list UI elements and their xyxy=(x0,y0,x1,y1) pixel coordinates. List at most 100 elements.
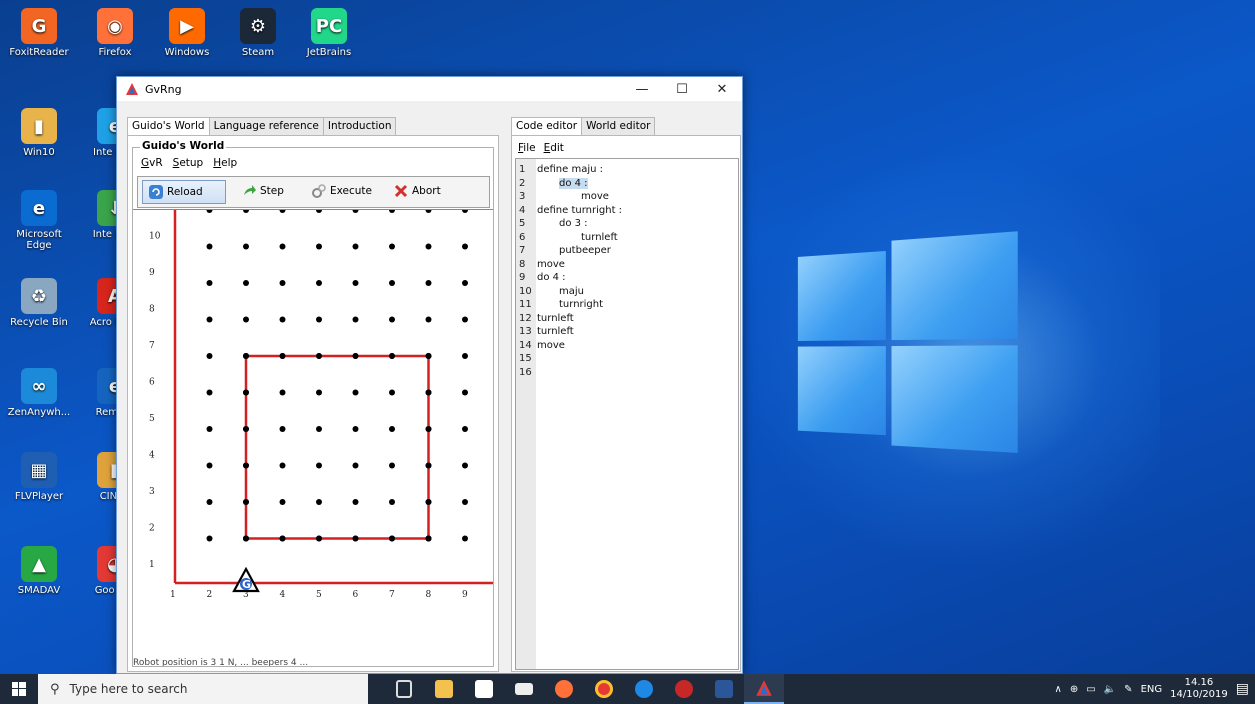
grid-corner-dot xyxy=(352,280,359,286)
language-indicator[interactable]: ENG xyxy=(1141,684,1163,695)
tab-world-editor[interactable]: World editor xyxy=(581,117,656,135)
execute-button[interactable]: Execute xyxy=(306,180,378,202)
step-arrow-icon xyxy=(244,185,256,195)
red-app-taskbar-icon[interactable] xyxy=(664,674,704,704)
task-view-icon[interactable] xyxy=(384,674,424,704)
desktop-app-icon: ▶ xyxy=(169,8,205,44)
tab-code-editor[interactable]: Code editor xyxy=(511,117,583,135)
abort-button[interactable]: Abort xyxy=(388,180,447,202)
title-bar[interactable]: GvRng — ☐ ✕ xyxy=(117,77,742,101)
word-taskbar-icon[interactable] xyxy=(704,674,744,704)
store-icon[interactable] xyxy=(464,674,504,704)
desktop-icon-label: Steam xyxy=(241,47,275,58)
world-canvas[interactable]: 121110987654321123456789G xyxy=(133,209,493,606)
desktop-icon[interactable]: ∞ ZenAnywh... xyxy=(4,368,74,418)
grid-corner-dot xyxy=(389,389,395,396)
code-line: 5 do 3 : xyxy=(516,217,588,231)
code-editor[interactable]: 1 define maju : 2 do 4 : 3 move 4 define turnri… xyxy=(515,158,739,670)
reload-button[interactable]: Reload xyxy=(142,180,226,204)
robot-label: G xyxy=(242,578,251,591)
grid-corner-dot xyxy=(462,243,468,250)
grid-corner-dot xyxy=(389,499,395,505)
file-explorer-icon[interactable] xyxy=(424,674,464,704)
firefox-taskbar-icon[interactable] xyxy=(544,674,584,704)
minimize-button[interactable]: — xyxy=(622,77,662,101)
code-line: 2 do 4 : xyxy=(516,177,588,191)
pen-icon[interactable]: ✎ xyxy=(1124,684,1132,695)
desktop-icon[interactable]: ▶ Windows xyxy=(152,8,222,58)
desktop-icon[interactable]: e Microsoft Edge xyxy=(4,190,74,251)
code-line: 16 xyxy=(516,366,537,380)
code-text: turnleft xyxy=(581,231,618,243)
code-line: 6 turnleft xyxy=(516,231,618,245)
clock-date: 14/10/2019 xyxy=(1170,689,1228,700)
code-line: 1 define maju : xyxy=(516,163,603,177)
movie-clapper-icon[interactable] xyxy=(504,674,544,704)
grid-corner-dot xyxy=(352,316,359,323)
grid-corner-dot xyxy=(206,462,213,469)
gvrng-taskbar-icon[interactable] xyxy=(744,674,784,704)
search-placeholder: Type here to search xyxy=(69,682,188,696)
menu-file[interactable]: File xyxy=(518,142,536,154)
chrome-taskbar-icon[interactable] xyxy=(584,674,624,704)
menu-gvr[interactable]: GvR xyxy=(141,157,163,169)
desktop-icon[interactable]: ⚙ Steam xyxy=(223,8,293,58)
maximize-button[interactable]: ☐ xyxy=(662,77,702,101)
grid-corner-dot xyxy=(352,426,359,432)
grid-corner-dot xyxy=(462,462,468,469)
tab-language-reference[interactable]: Language reference xyxy=(208,117,324,135)
notification-icon[interactable]: ▤ xyxy=(1236,681,1249,697)
desktop-app-icon: ⚙ xyxy=(240,8,276,44)
desktop-icon[interactable]: G FoxitReader xyxy=(4,8,74,58)
world-grid: 121110987654321123456789G xyxy=(149,210,493,600)
grid-corner-dot xyxy=(206,316,213,323)
network-icon[interactable]: ⊕ xyxy=(1070,684,1078,695)
grid-corner-dot xyxy=(243,353,249,359)
desktop-icon[interactable]: PC JetBrains xyxy=(294,8,364,58)
gvrng-task-icon xyxy=(756,680,772,696)
battery-icon[interactable]: ▭ xyxy=(1086,684,1095,695)
step-button[interactable]: Step xyxy=(236,180,290,202)
grid-corner-dot xyxy=(352,499,359,505)
grid-corner-dot xyxy=(279,535,286,542)
gears-icon xyxy=(312,184,326,198)
clock[interactable]: 14.16 14/10/2019 xyxy=(1170,677,1228,701)
close-button[interactable]: ✕ xyxy=(702,77,742,101)
edge-taskbar-icon[interactable] xyxy=(624,674,664,704)
grid-corner-dot xyxy=(316,535,322,542)
line-number: 11 xyxy=(519,299,532,310)
desktop-icon-label: SMADAV xyxy=(17,585,61,596)
taskbar-search[interactable]: ⚲ Type here to search xyxy=(38,674,368,704)
menu-help[interactable]: Help xyxy=(213,157,237,169)
chevron-up-icon[interactable]: ∧ xyxy=(1055,684,1062,695)
line-number: 16 xyxy=(519,366,532,378)
code-line: 14 move xyxy=(516,339,565,353)
desktop-icon[interactable]: ▮ Win10 xyxy=(4,108,74,158)
grid-corner-dot xyxy=(352,462,359,469)
line-number: 4 xyxy=(519,204,526,216)
y-axis-label: 2 xyxy=(149,524,155,534)
start-button[interactable] xyxy=(0,674,38,704)
guidos-world-group: Guido's World GvR Setup Help Reload Step… xyxy=(132,140,494,667)
menu-edit[interactable]: Edit xyxy=(544,142,564,154)
grid-corner-dot xyxy=(425,210,432,213)
code-editor-box: File Edit 1 define maju : 2 do 4 : 3 move 4 def… xyxy=(511,135,741,672)
square-wall xyxy=(244,354,430,540)
y-axis-label: 7 xyxy=(149,341,155,351)
desktop-icon[interactable]: ◉ Firefox xyxy=(80,8,150,58)
line-number: 10 xyxy=(519,285,532,297)
grid-corner-dot xyxy=(352,243,359,250)
x-axis-label: 2 xyxy=(207,590,213,600)
menu-setup[interactable]: Setup xyxy=(173,157,204,169)
volume-icon[interactable]: 🔈 xyxy=(1104,684,1116,695)
tab-guidos-world[interactable]: Guido's World xyxy=(127,117,210,135)
desktop-icon[interactable]: ▦ FLVPlayer xyxy=(4,452,74,502)
x-axis-label: 1 xyxy=(170,590,176,600)
tab-introduction[interactable]: Introduction xyxy=(322,117,397,135)
grid-corner-dot xyxy=(316,353,322,359)
desktop-icon[interactable]: ♻ Recycle Bin xyxy=(4,278,74,328)
desktop-icon[interactable]: ▲ SMADAV xyxy=(4,546,74,596)
y-axis-label: 9 xyxy=(149,268,155,278)
desktop-app-icon: ♻ xyxy=(21,278,57,314)
grid-corner-dot xyxy=(243,426,249,432)
